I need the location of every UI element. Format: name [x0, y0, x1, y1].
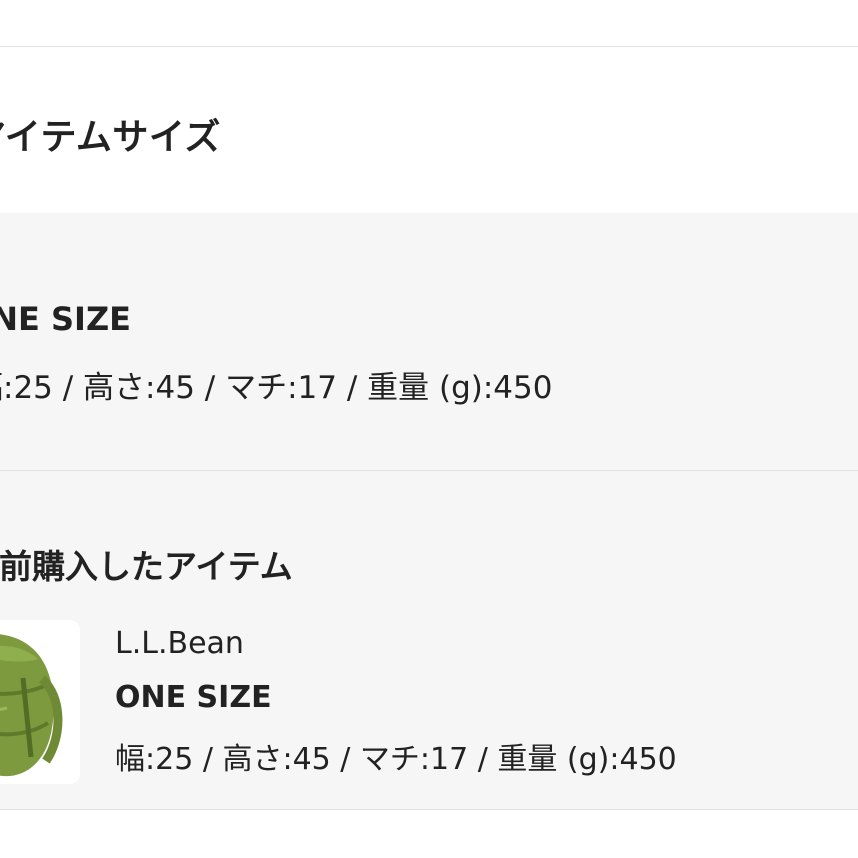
size-info-panel	[0, 213, 858, 471]
top-header-area	[0, 0, 858, 47]
size-label: ONE SIZE	[0, 300, 131, 338]
item-size-page: アイテムサイズ ONE SIZE 幅:25 / 高さ:45 / マチ:17 / …	[0, 0, 858, 858]
item-size-label: ONE SIZE	[115, 680, 272, 715]
bottom-page-area	[0, 810, 858, 858]
backpack-icon	[0, 634, 63, 777]
size-dimensions: 幅:25 / 高さ:45 / マチ:17 / 重量 (g):450	[0, 370, 553, 406]
backpack-thumbnail[interactable]	[0, 620, 80, 784]
item-size-title: アイテムサイズ	[0, 117, 221, 158]
item-dimensions: 幅:25 / 高さ:45 / マチ:17 / 重量 (g):450	[115, 742, 677, 777]
item-brand[interactable]: L.L.Bean	[115, 626, 244, 661]
purchased-items-title: 以前購入したアイテム	[0, 547, 293, 586]
